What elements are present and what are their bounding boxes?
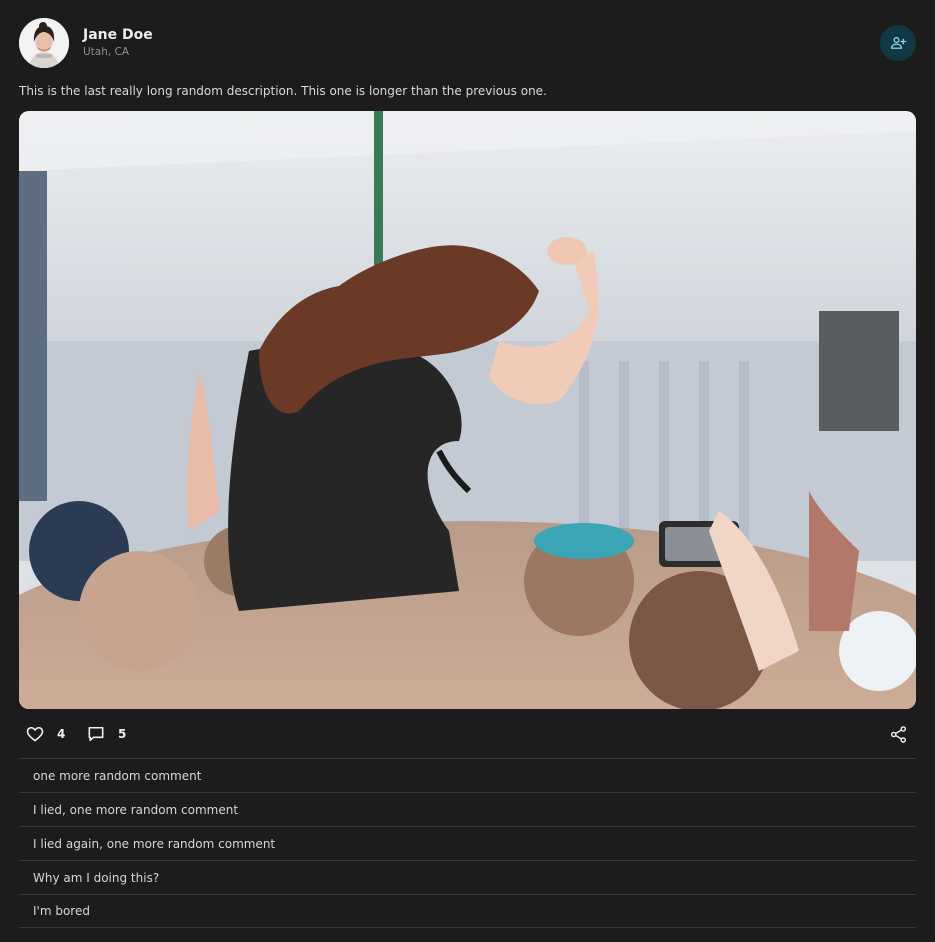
user-name[interactable]: Jane Doe xyxy=(83,27,153,44)
post-card: Jane Doe Utah, CA This is the last reall… xyxy=(0,0,935,942)
comment-item[interactable]: one more random comment xyxy=(19,758,916,792)
comment-button[interactable]: 5 xyxy=(86,720,126,748)
comment-bubble-icon xyxy=(88,726,104,742)
comment-item[interactable]: I lied, one more random comment xyxy=(19,792,916,826)
share-icon xyxy=(890,725,907,743)
comment-list: one more random comment I lied, one more… xyxy=(19,758,916,928)
post-actions: 4 5 xyxy=(19,720,916,748)
person-add-icon xyxy=(890,36,907,49)
follow-button[interactable] xyxy=(880,25,916,61)
heart-outline-icon xyxy=(26,726,44,742)
comment-item[interactable]: I'm bored xyxy=(19,894,916,928)
comment-count: 5 xyxy=(118,727,127,741)
comment-item[interactable]: I lied again, one more random comment xyxy=(19,826,916,860)
post-photo[interactable] xyxy=(19,111,916,709)
post-description: This is the last really long random desc… xyxy=(19,84,547,98)
like-button[interactable]: 4 xyxy=(25,720,65,748)
user-location: Utah, CA xyxy=(83,46,130,58)
comment-item[interactable]: Why am I doing this? xyxy=(19,860,916,894)
concert-crowd-image xyxy=(19,111,916,709)
user-info: Jane Doe Utah, CA xyxy=(83,27,153,59)
post-header: Jane Doe Utah, CA xyxy=(19,18,916,68)
like-count: 4 xyxy=(57,727,66,741)
share-button[interactable] xyxy=(889,720,908,748)
avatar-portrait xyxy=(19,18,69,68)
avatar[interactable] xyxy=(19,18,69,68)
